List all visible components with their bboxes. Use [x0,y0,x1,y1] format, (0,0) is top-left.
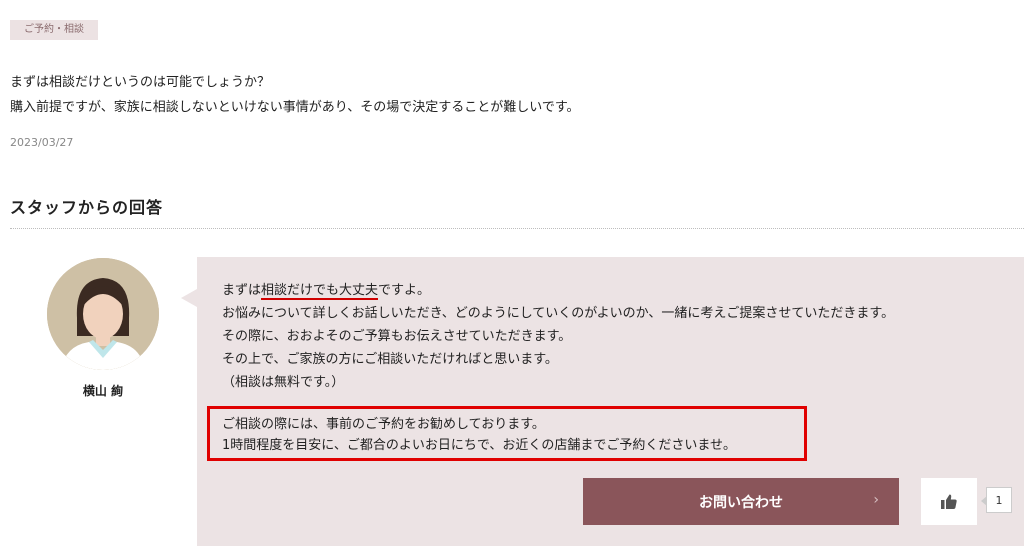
like-button[interactable] [921,478,977,525]
staff-name: 横山 絢 [82,384,124,398]
staff-profile: 横山 絢 [40,258,166,399]
staff-avatar [47,258,159,370]
question-line: まずは相談だけというのは可能でしょうか？ [10,75,271,90]
note-line: ご相談の際には、事前のご予約をお勧めしております。 [222,417,545,432]
question-date: 2023/03/27 [10,136,74,149]
bubble-tail [181,289,197,307]
dotted-divider [10,228,1024,229]
answer-line: お悩みについて詳しくお話しいただき、どのようにしていくのがよいのか、一緒に考えご… [222,306,895,321]
contact-button-label: お問い合わせ [699,494,783,511]
answer-text: まずは相談だけでも大丈夫ですよ。 お悩みについて詳しくお話しいただき、どのように… [222,279,894,394]
answer-text-trail: ですよ。 [378,283,431,298]
chevron-right-icon: › [873,492,879,508]
question-text: まずは相談だけというのは可能でしょうか？ 購入前提ですが、家族に相談しないといけ… [10,70,580,120]
contact-button[interactable]: お問い合わせ › [583,478,899,525]
question-line: 購入前提ですが、家族に相談しないといけない事情があり、その場で決定することが難し… [10,100,580,115]
like-count: 1 [981,487,1012,513]
note-line: 1時間程度を目安に、ご都合のよいお日にちで、お近くの店舗までご予約くださいませ。 [222,438,736,453]
answer-text-lead: まずは [222,283,262,298]
answer-line: その上で、ご家族の方にご相談いただければと思います。 [222,352,558,367]
staff-photo [47,258,159,370]
category-tag: ご予約・相談 [10,20,98,40]
reservation-note: ご相談の際には、事前のご予約をお勧めしております。 1時間程度を目安に、ご都合の… [222,414,736,456]
answer-line: その際に、おおよそのご予算もお伝えさせていただきます。 [222,329,572,344]
answer-line: （相談は無料です。） [222,375,345,390]
answer-line: まずは相談だけでも大丈夫ですよ。 [222,279,894,302]
answer-heading: スタッフからの回答 [10,198,164,217]
underlined-phrase: 相談だけでも大丈夫 [261,283,379,300]
thumbs-up-icon [941,494,957,509]
